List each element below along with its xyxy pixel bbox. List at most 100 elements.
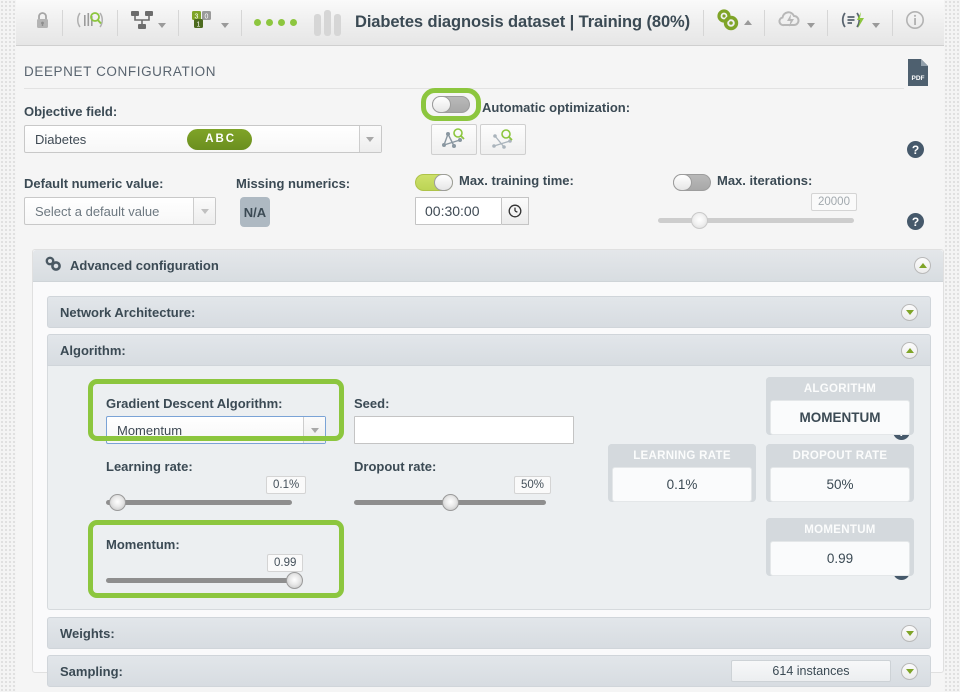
slider-knob[interactable]	[691, 212, 708, 229]
objective-field-select[interactable]: Diabetes ABC	[24, 125, 382, 153]
status-dots-icon	[254, 19, 297, 26]
summary-card-dropout-rate: DROPOUT RATE 50%	[766, 444, 914, 506]
cloud-flash-icon	[777, 9, 803, 36]
summary-card-value: 0.99	[770, 541, 910, 576]
slider-track	[106, 500, 292, 505]
summary-card-momentum: MOMENTUM 0.99	[766, 518, 914, 580]
top-toolbar: 3 0 1 Diabetes diagnosis dataset | Train…	[16, 0, 944, 46]
gradient-descent-value: Momentum	[117, 422, 183, 438]
slider-track	[658, 218, 854, 223]
network-menu-button[interactable]	[119, 1, 177, 45]
toggle-knob	[434, 174, 453, 191]
summary-card-learning-rate: LEARNING RATE 0.1%	[608, 444, 756, 506]
help-icon-training-time[interactable]: ?	[907, 213, 924, 230]
summary-card-algorithm: ALGORITHM MOMENTUM	[766, 377, 914, 439]
max-training-time-control: 00:30:00	[415, 197, 529, 225]
collapse-advanced-icon[interactable]	[914, 257, 931, 274]
toggle-knob	[673, 174, 692, 191]
chevron-down-icon[interactable]	[193, 198, 215, 224]
summary-card-value: 0.1%	[612, 467, 752, 502]
expand-sampling-icon[interactable]	[901, 662, 918, 680]
objective-field-value: Diabetes	[35, 131, 87, 147]
cloud-menu-button[interactable]	[766, 1, 826, 45]
automatic-optimization-label: Automatic optimization:	[482, 100, 631, 115]
chevron-down-icon[interactable]	[303, 417, 325, 443]
clock-button[interactable]	[502, 197, 529, 225]
config-panel: DEEPNET CONFIGURATION PDF ? ? Objective …	[16, 46, 944, 692]
advanced-configuration-title: Advanced configuration	[70, 258, 219, 273]
batch-menu-button[interactable]: 3 0 1	[180, 1, 240, 45]
deepnet-configuration-page: 3 0 1 Diabetes diagnosis dataset | Train…	[0, 0, 960, 692]
weights-title: Weights:	[60, 625, 115, 641]
toolbar-divider	[62, 9, 63, 36]
max-iterations-value: 20000	[811, 193, 857, 211]
gears-menu-button[interactable]	[705, 1, 763, 45]
chevron-down-icon[interactable]	[358, 126, 381, 152]
max-iterations-toggle[interactable]	[673, 174, 711, 191]
sampling-title: Sampling:	[60, 663, 123, 679]
gears-icon	[716, 9, 740, 36]
slider-knob[interactable]	[442, 494, 459, 511]
sidebar-item-algorithm[interactable]: Algorithm:	[47, 334, 931, 366]
dropout-rate-label: Dropout rate:	[354, 459, 437, 474]
max-iterations-slider[interactable]	[658, 212, 854, 229]
signal-search-button[interactable]	[64, 1, 116, 45]
dropout-rate-slider[interactable]	[354, 494, 546, 511]
summary-card-value: MOMENTUM	[770, 400, 910, 435]
momentum-slider[interactable]	[106, 572, 303, 589]
collapse-algorithm-icon[interactable]	[901, 341, 918, 359]
chevron-down-icon	[807, 23, 815, 28]
signal-search-icon	[75, 9, 105, 36]
automatic-optimization-toggle[interactable]	[432, 96, 470, 113]
summary-card-caption: LEARNING RATE	[608, 444, 756, 467]
auto-network-search-button[interactable]	[431, 124, 477, 155]
expand-weights-icon[interactable]	[901, 624, 918, 642]
toolbar-right-group	[702, 1, 936, 45]
default-numeric-value: Select a default value	[35, 203, 160, 219]
default-numeric-select[interactable]: Select a default value	[24, 197, 216, 225]
toolbar-divider	[703, 9, 704, 36]
lock-icon	[35, 11, 50, 34]
info-icon	[905, 10, 925, 35]
momentum-value: 0.99	[267, 554, 304, 572]
missing-numerics-label: Missing numerics:	[236, 176, 351, 191]
expand-network-architecture-icon[interactable]	[901, 303, 918, 321]
sidebar-item-sampling[interactable]: Sampling: 614 instances	[47, 655, 931, 687]
chevron-up-icon	[744, 20, 752, 25]
seed-input[interactable]	[354, 416, 574, 444]
toolbar-divider	[117, 9, 118, 36]
lock-button[interactable]	[24, 1, 61, 45]
learning-rate-slider[interactable]	[106, 494, 292, 511]
auto-network-search-icon	[442, 127, 465, 148]
svg-text:0: 0	[205, 14, 209, 21]
learning-rate-label: Learning rate:	[106, 459, 193, 474]
slider-knob[interactable]	[109, 494, 126, 511]
algorithm-title: Algorithm:	[60, 342, 126, 358]
svg-text:PDF: PDF	[912, 75, 925, 82]
sidebar-item-weights[interactable]: Weights:	[47, 617, 931, 649]
max-iterations-label: Max. iterations:	[717, 173, 813, 188]
panel-heading: DEEPNET CONFIGURATION	[24, 64, 217, 79]
max-training-time-input[interactable]: 00:30:00	[415, 197, 502, 225]
max-training-time-label: Max. training time:	[459, 173, 574, 188]
advanced-configuration-header[interactable]: Advanced configuration	[33, 250, 943, 282]
toolbar-divider	[764, 9, 765, 36]
sidebar-item-network-architecture[interactable]: Network Architecture:	[47, 296, 931, 328]
chevron-down-icon	[872, 23, 880, 28]
slider-knob[interactable]	[286, 572, 303, 589]
max-training-time-toggle[interactable]	[415, 174, 453, 191]
gradient-descent-select[interactable]: Momentum	[106, 416, 326, 444]
gears-icon	[45, 256, 62, 276]
status-dots[interactable]	[243, 1, 308, 45]
objective-field-label: Objective field:	[24, 104, 118, 119]
info-button[interactable]	[894, 1, 936, 45]
help-icon-objective[interactable]: ?	[907, 141, 924, 158]
toolbar-divider	[827, 9, 828, 36]
export-pdf-button[interactable]: PDF	[906, 58, 930, 92]
script-menu-button[interactable]	[829, 1, 891, 45]
missing-numerics-badge[interactable]: N/A	[240, 197, 270, 227]
panel-divider	[24, 88, 904, 89]
sampling-instances-badge: 614 instances	[731, 660, 891, 682]
summary-card-value: 50%	[770, 467, 910, 502]
auto-structure-search-button[interactable]	[480, 124, 526, 155]
